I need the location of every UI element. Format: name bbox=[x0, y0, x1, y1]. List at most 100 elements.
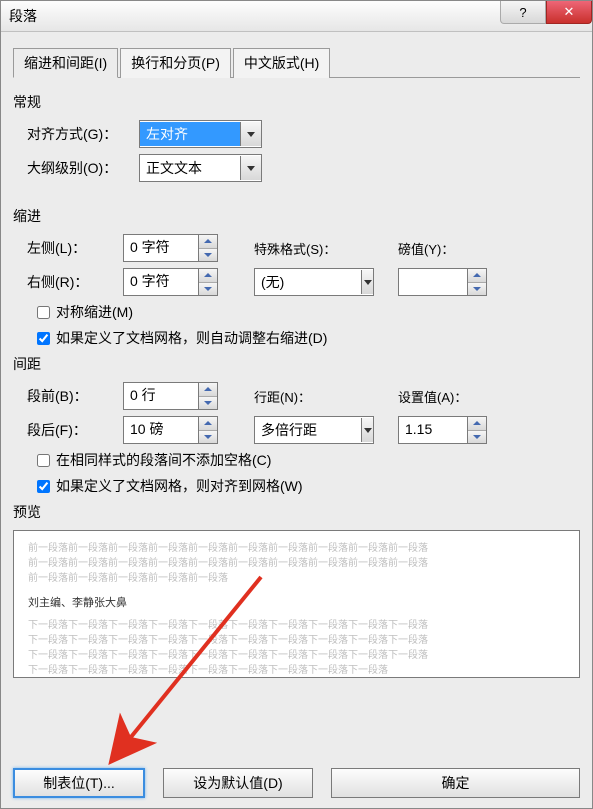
special-label: 特殊格式(S)： bbox=[254, 239, 374, 258]
mirror-indent-label: 对称缩进(M) bbox=[56, 302, 133, 322]
special-select[interactable] bbox=[254, 268, 374, 296]
linespace-dropdown-button[interactable] bbox=[361, 418, 373, 442]
chevron-down-icon bbox=[364, 280, 372, 285]
noaddspace-label: 在相同样式的段落间不添加空格(C) bbox=[56, 450, 271, 470]
chevron-down-icon bbox=[247, 166, 255, 171]
arrow-up-icon bbox=[473, 421, 481, 425]
indent-right-value[interactable] bbox=[124, 269, 198, 293]
tab-strip: 缩进和间距(I) 换行和分页(P) 中文版式(H) bbox=[13, 47, 580, 78]
spin-down[interactable] bbox=[468, 283, 486, 296]
spin-down[interactable] bbox=[468, 431, 486, 444]
preview-filler: 前一段落前一段落前一段落前一段落前一段落前一段落前一段落前一段落前一段落前一段落 bbox=[28, 556, 565, 571]
section-spacing: 间距 bbox=[13, 354, 580, 374]
after-spinner[interactable] bbox=[123, 416, 218, 444]
spin-up[interactable] bbox=[468, 417, 486, 431]
linespace-label: 行距(N)： bbox=[254, 387, 374, 406]
autoadjust-input[interactable] bbox=[37, 332, 50, 345]
snapgrid-input[interactable] bbox=[37, 480, 50, 493]
help-button[interactable]: ? bbox=[500, 1, 546, 24]
chevron-down-icon bbox=[364, 428, 372, 433]
by-label: 磅值(Y)： bbox=[398, 239, 454, 258]
ok-button[interactable]: 确定 bbox=[331, 768, 580, 798]
linespace-value[interactable] bbox=[255, 418, 361, 442]
chevron-down-icon bbox=[247, 132, 255, 137]
after-value[interactable] bbox=[124, 417, 198, 441]
preview-sample: 刘主编、李静张大鼻 bbox=[28, 594, 565, 610]
paragraph-dialog: 段落 ? ✕ 缩进和间距(I) 换行和分页(P) 中文版式(H) 常规 对齐方式… bbox=[0, 0, 593, 809]
indent-left-value[interactable] bbox=[124, 235, 198, 259]
arrow-up-icon bbox=[473, 273, 481, 277]
help-icon: ? bbox=[519, 5, 526, 20]
indent-left-spinner[interactable] bbox=[123, 234, 218, 262]
before-value[interactable] bbox=[124, 383, 198, 407]
arrow-down-icon bbox=[204, 253, 212, 257]
indent-right-label: 右侧(R)： bbox=[27, 272, 123, 292]
arrow-up-icon bbox=[204, 273, 212, 277]
arrow-down-icon bbox=[473, 287, 481, 291]
close-button[interactable]: ✕ bbox=[546, 1, 592, 24]
outline-label: 大纲级别(O)： bbox=[27, 158, 139, 178]
arrow-up-icon bbox=[204, 387, 212, 391]
arrow-down-icon bbox=[204, 401, 212, 405]
tab-asian-typography[interactable]: 中文版式(H) bbox=[233, 48, 330, 78]
by-value[interactable] bbox=[399, 269, 467, 293]
mirror-indent-input[interactable] bbox=[37, 306, 50, 319]
titlebar: 段落 ? ✕ bbox=[1, 1, 592, 32]
indent-right-spinner[interactable] bbox=[123, 268, 218, 296]
spin-up[interactable] bbox=[199, 235, 217, 249]
autoadjust-checkbox[interactable]: 如果定义了文档网格，则自动调整右缩进(D) bbox=[33, 328, 580, 348]
set-default-button[interactable]: 设为默认值(D) bbox=[163, 768, 313, 798]
outline-select[interactable] bbox=[139, 154, 262, 182]
window-title: 段落 bbox=[9, 6, 500, 26]
at-value[interactable] bbox=[399, 417, 467, 441]
outline-dropdown-button[interactable] bbox=[240, 156, 261, 180]
spin-down[interactable] bbox=[199, 283, 217, 296]
preview-box: 前一段落前一段落前一段落前一段落前一段落前一段落前一段落前一段落前一段落前一段落… bbox=[13, 530, 580, 678]
close-icon: ✕ bbox=[564, 4, 575, 20]
arrow-down-icon bbox=[204, 287, 212, 291]
before-spinner[interactable] bbox=[123, 382, 218, 410]
spin-up[interactable] bbox=[199, 383, 217, 397]
spin-down[interactable] bbox=[199, 397, 217, 410]
mirror-indent-checkbox[interactable]: 对称缩进(M) bbox=[33, 302, 580, 322]
special-value[interactable] bbox=[255, 270, 361, 294]
special-dropdown-button[interactable] bbox=[361, 270, 373, 294]
section-general: 常规 bbox=[13, 92, 580, 112]
alignment-select[interactable] bbox=[139, 120, 262, 148]
spin-down[interactable] bbox=[199, 431, 217, 444]
outline-value[interactable] bbox=[140, 156, 240, 180]
preview-filler: 前一段落前一段落前一段落前一段落前一段落 bbox=[28, 571, 565, 586]
before-label: 段前(B)： bbox=[27, 386, 123, 406]
preview-filler: 下一段落下一段落下一段落下一段落下一段落下一段落下一段落下一段落下一段落下一段落 bbox=[28, 618, 565, 633]
noaddspace-checkbox[interactable]: 在相同样式的段落间不添加空格(C) bbox=[33, 450, 580, 470]
indent-left-label: 左侧(L)： bbox=[27, 238, 123, 258]
tab-indent-spacing[interactable]: 缩进和间距(I) bbox=[13, 48, 118, 78]
by-spinner[interactable] bbox=[398, 268, 487, 296]
preview-filler: 前一段落前一段落前一段落前一段落前一段落前一段落前一段落前一段落前一段落前一段落 bbox=[28, 541, 565, 556]
at-spinner[interactable] bbox=[398, 416, 487, 444]
after-label: 段后(F)： bbox=[27, 420, 123, 440]
linespace-select[interactable] bbox=[254, 416, 374, 444]
spin-up[interactable] bbox=[199, 417, 217, 431]
noaddspace-input[interactable] bbox=[37, 454, 50, 467]
preview-filler: 下一段落下一段落下一段落下一段落下一段落下一段落下一段落下一段落下一段落 bbox=[28, 663, 565, 678]
section-preview: 预览 bbox=[13, 502, 580, 522]
spin-up[interactable] bbox=[199, 269, 217, 283]
arrow-up-icon bbox=[204, 239, 212, 243]
arrow-down-icon bbox=[204, 435, 212, 439]
snapgrid-label: 如果定义了文档网格，则对齐到网格(W) bbox=[56, 476, 303, 496]
arrow-up-icon bbox=[204, 421, 212, 425]
tabstops-button[interactable]: 制表位(T)... bbox=[13, 768, 145, 798]
alignment-dropdown-button[interactable] bbox=[240, 122, 261, 146]
snapgrid-checkbox[interactable]: 如果定义了文档网格，则对齐到网格(W) bbox=[33, 476, 580, 496]
alignment-value[interactable] bbox=[140, 122, 240, 146]
autoadjust-label: 如果定义了文档网格，则自动调整右缩进(D) bbox=[56, 328, 327, 348]
spin-down[interactable] bbox=[199, 249, 217, 262]
dialog-buttons: 制表位(T)... 设为默认值(D) 确定 bbox=[13, 768, 580, 798]
preview-filler: 下一段落下一段落下一段落下一段落下一段落下一段落下一段落下一段落下一段落下一段落 bbox=[28, 648, 565, 663]
spin-up[interactable] bbox=[468, 269, 486, 283]
preview-filler: 下一段落下一段落下一段落下一段落下一段落下一段落下一段落下一段落下一段落下一段落 bbox=[28, 633, 565, 648]
tab-line-page-breaks[interactable]: 换行和分页(P) bbox=[120, 48, 231, 78]
at-label: 设置值(A)： bbox=[398, 387, 467, 406]
alignment-label: 对齐方式(G)： bbox=[27, 124, 139, 144]
